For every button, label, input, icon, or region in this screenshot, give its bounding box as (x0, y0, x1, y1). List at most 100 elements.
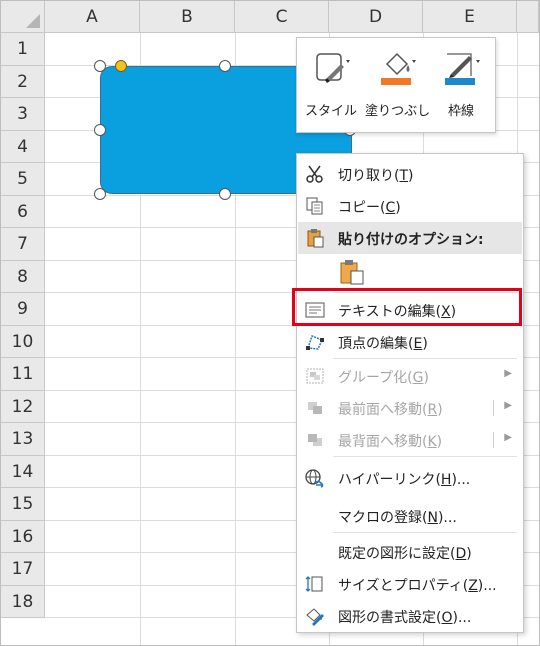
menu-item-size-properties-accel: Z (468, 578, 478, 594)
row-header-12[interactable]: 12 (1, 390, 45, 423)
menu-item-edit-points-end: ) (422, 336, 428, 352)
menu-item-format-shape-label: 図形の書式設定( (338, 610, 442, 626)
clipboard-icon (307, 229, 324, 248)
group-icon (306, 368, 324, 384)
row-header-3[interactable]: 3 (1, 98, 45, 131)
row-header-8[interactable]: 8 (1, 260, 45, 293)
pen-outline-icon (445, 53, 480, 85)
menu-item-bring-to-front-label: 最前面へ移動( (338, 402, 428, 418)
menu-item-format-shape-accel: O (441, 610, 453, 626)
menu-item-cut-label: 切り取り( (338, 168, 400, 184)
menu-item-copy[interactable]: コピー(C) (298, 190, 522, 222)
row-header-2[interactable]: 2 (1, 65, 45, 98)
resize-handle-top[interactable] (219, 60, 231, 72)
row-header-1[interactable]: 1 (1, 33, 45, 66)
menu-item-group-label: グループ化( (338, 370, 413, 386)
shape-outline-button[interactable]: 枠線 (429, 44, 493, 128)
menu-item-assign-macro[interactable]: マクロの登録(N)... (298, 500, 522, 532)
menu-item-assign-macro-end: )... (437, 510, 457, 526)
bring-to-front-icon (308, 402, 322, 414)
paste-clipboard-icon (340, 260, 364, 285)
row-header-11[interactable]: 11 (1, 358, 45, 391)
row-header-18[interactable]: 18 (1, 585, 45, 618)
select-all-corner[interactable] (1, 1, 45, 33)
menu-item-size-properties-label: サイズとプロパティ( (338, 578, 469, 594)
row-header-17[interactable]: 17 (1, 553, 45, 586)
row-header-13[interactable]: 13 (1, 423, 45, 456)
scissors-icon (306, 165, 323, 183)
row-header-16[interactable]: 16 (1, 520, 45, 553)
column-header-d[interactable]: D (329, 1, 423, 33)
mini-toolbar: スタイル 塗りつぶし 枠線 (296, 37, 496, 133)
shape-style-button[interactable]: スタイル (299, 44, 363, 128)
send-to-back-icon (308, 434, 322, 446)
menu-item-edit-points[interactable]: 頂点の編集(E) (298, 326, 522, 358)
shape-style-label: スタイル (304, 104, 357, 119)
resize-handle-bottom-left[interactable] (94, 188, 106, 200)
paste-options-label: 貼り付けのオプション: (338, 232, 484, 248)
menu-item-cut[interactable]: 切り取り(T) (298, 158, 522, 190)
shape-style-icon (316, 53, 350, 83)
submenu-arrow-icon: ▶ (504, 400, 512, 411)
menu-item-send-to-back-accel: K (427, 434, 437, 450)
column-header-c[interactable]: C (235, 1, 329, 33)
row-header-5[interactable]: 5 (1, 163, 45, 196)
copy-icon (306, 197, 323, 215)
menu-item-hyperlink[interactable]: ハイパーリンク(H)... (298, 462, 522, 494)
shape-fill-button[interactable]: 塗りつぶし (365, 44, 431, 128)
row-header-9[interactable]: 9 (1, 293, 45, 326)
menu-item-send-to-back-end: ) (436, 434, 443, 450)
menu-item-hyperlink-label: ハイパーリンク( (338, 472, 441, 488)
menu-item-bring-to-front-end: ) (437, 402, 443, 418)
resize-handle-top-left[interactable] (94, 60, 106, 72)
column-header-f[interactable] (517, 1, 539, 33)
highlight-edit-text-frame (292, 288, 522, 326)
menu-item-size-properties-end: )... (477, 578, 497, 594)
paint-bucket-icon (381, 52, 416, 85)
row-header-14[interactable]: 14 (1, 455, 45, 488)
shape-fill-label: 塗りつぶし (365, 104, 431, 119)
column-header-a[interactable]: A (45, 1, 140, 33)
column-header-b[interactable]: B (140, 1, 235, 33)
paste-options-header: 貼り付けのオプション: (298, 222, 522, 254)
menu-item-set-default-shape-end: ) (466, 546, 472, 562)
context-menu: 切り取り(T) コピー(C) 貼り付けのオプション: テキストの編集(X) 頂点… (296, 153, 524, 633)
hyperlink-globe-icon (305, 469, 324, 488)
menu-item-cut-accel: T (399, 168, 409, 184)
menu-item-format-shape[interactable]: 図形の書式設定(O)... (298, 600, 522, 632)
menu-item-copy-end: ) (395, 200, 401, 216)
menu-item-copy-label: コピー( (338, 200, 386, 216)
menu-item-edit-points-label: 頂点の編集( (338, 336, 414, 352)
edit-points-icon (306, 335, 324, 350)
menu-item-assign-macro-accel: N (427, 510, 438, 526)
menu-item-edit-points-accel: E (413, 336, 423, 352)
resize-handle-left[interactable] (94, 124, 106, 136)
adjust-handle-corner-radius[interactable] (115, 60, 127, 72)
format-shape-icon (306, 608, 324, 626)
row-header-7[interactable]: 7 (1, 228, 45, 261)
menu-item-cut-end: ) (408, 168, 414, 184)
paste-option-keep-source[interactable] (298, 254, 522, 290)
row-header-15[interactable]: 15 (1, 488, 45, 521)
menu-item-assign-macro-label: マクロの登録( (338, 510, 428, 526)
row-header-10[interactable]: 10 (1, 325, 45, 358)
column-header-e[interactable]: E (423, 1, 517, 33)
menu-item-group-end: ) (423, 370, 429, 386)
menu-item-set-default-shape-accel: D (455, 546, 467, 562)
size-properties-icon (305, 576, 323, 592)
menu-item-set-default-shape-label: 既定の図形に設定( (338, 546, 456, 562)
menu-item-send-to-back[interactable]: 最背面へ移動(K) ▶ (298, 424, 522, 456)
menu-item-set-default-shape[interactable]: 既定の図形に設定(D) (298, 536, 522, 568)
submenu-arrow-icon: ▶ (504, 368, 512, 379)
resize-handle-bottom[interactable] (219, 188, 231, 200)
menu-item-group[interactable]: グループ化(G) ▶ (298, 360, 522, 392)
shape-outline-label: 枠線 (447, 104, 474, 119)
menu-item-hyperlink-end: )... (451, 472, 471, 488)
row-header-4[interactable]: 4 (1, 130, 45, 163)
row-header-6[interactable]: 6 (1, 195, 45, 228)
menu-item-size-properties[interactable]: サイズとプロパティ(Z)... (298, 568, 522, 600)
menu-item-copy-accel: C (385, 200, 396, 216)
menu-item-bring-to-front-accel: R (427, 402, 438, 418)
menu-item-bring-to-front[interactable]: 最前面へ移動(R) ▶ (298, 392, 522, 424)
menu-item-format-shape-end: )... (452, 610, 472, 626)
